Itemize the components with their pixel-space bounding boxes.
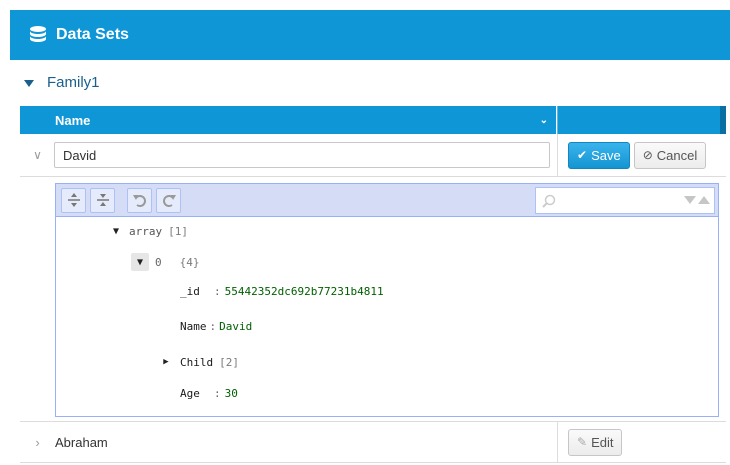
page-title: Data Sets [56, 26, 129, 43]
tree-field-id[interactable]: _id : 55442352dc692b77231b4811 [180, 285, 384, 298]
triangle-down-icon[interactable]: ▼ [107, 222, 125, 240]
tree-node-item-0: ▼ 0 {4} [131, 253, 200, 271]
triangle-down-icon[interactable]: ▼ [131, 253, 149, 271]
field-value[interactable]: 55442352dc692b77231b4811 [225, 285, 384, 298]
field-value[interactable]: David [219, 320, 252, 333]
field-separator: : [214, 285, 221, 298]
column-header-label: Name [55, 112, 91, 128]
expand-all-icon[interactable] [61, 187, 86, 213]
chevron-down-icon[interactable]: ∨ [20, 148, 55, 162]
pencil-icon: ✎ [577, 435, 588, 449]
root-field-name: array [129, 224, 163, 238]
chevron-right-icon[interactable]: › [20, 435, 55, 450]
row-name: Abraham [55, 434, 108, 450]
actions-cell: ✔ Save ⊘ Cancel [557, 134, 726, 176]
page-header: Data Sets [10, 10, 730, 60]
field-meta: [2] [219, 355, 239, 369]
json-editor-menu [56, 184, 718, 217]
group-header-family1[interactable]: Family1 [24, 70, 100, 94]
tree-node-root: ▼ array [1] [107, 222, 188, 240]
name-cell: Abraham [55, 422, 557, 462]
save-button[interactable]: ✔ Save [568, 141, 630, 169]
search-icon [542, 194, 556, 208]
name-input[interactable] [54, 142, 550, 168]
column-header-name[interactable]: Name ⌄ [20, 106, 557, 134]
actions-cell: ✎ Edit [557, 422, 726, 462]
cancel-button[interactable]: ⊘ Cancel [633, 141, 707, 169]
table-row-edit: ∨ ✔ Save ⊘ Cancel [20, 134, 726, 177]
name-cell [54, 134, 557, 176]
search-previous-icon[interactable] [698, 196, 710, 204]
search-next-icon[interactable] [684, 196, 696, 204]
field-key: _id [180, 285, 200, 298]
caret-down-icon[interactable] [24, 79, 34, 87]
field-key: Name [180, 320, 207, 333]
field-separator: : [209, 320, 217, 333]
json-search-box[interactable] [535, 187, 715, 214]
cancel-circle-icon: ⊘ [642, 148, 653, 162]
save-label: Save [591, 147, 621, 163]
checkmark-icon: ✔ [577, 148, 588, 162]
field-key: Child [180, 355, 214, 369]
root-meta: [1] [168, 224, 188, 238]
column-header-actions [557, 106, 720, 134]
table-row[interactable]: › Abraham ✎ Edit [20, 422, 726, 463]
undo-icon[interactable] [127, 187, 152, 213]
redo-icon[interactable] [156, 187, 181, 213]
field-key: Age [180, 387, 200, 400]
edit-button[interactable]: ✎ Edit [568, 428, 623, 456]
database-icon [30, 26, 46, 42]
field-value[interactable]: 30 [225, 387, 238, 400]
grid-header: Name ⌄ [20, 106, 726, 134]
tree-field-name[interactable]: Name : David [180, 320, 252, 333]
tree-field-age[interactable]: Age : 30 [180, 387, 238, 400]
json-editor: ▼ array [1] ▼ 0 {4} _id : 55442352dc692b… [55, 183, 719, 417]
tree-field-child[interactable]: ▶ Child [2] [157, 353, 239, 371]
field-separator: : [214, 387, 221, 400]
header-scroll-strip [720, 106, 726, 134]
cancel-label: Cancel [656, 147, 698, 163]
detail-row: ▼ array [1] ▼ 0 {4} _id : 55442352dc692b… [20, 177, 726, 422]
item-meta: {4} [179, 255, 200, 269]
edit-label: Edit [591, 434, 614, 450]
group-label: Family1 [47, 73, 100, 91]
triangle-right-icon[interactable]: ▶ [157, 353, 175, 371]
chevron-down-icon[interactable]: ⌄ [540, 115, 548, 126]
collapse-all-icon[interactable] [90, 187, 115, 213]
item-index: 0 [155, 255, 162, 269]
